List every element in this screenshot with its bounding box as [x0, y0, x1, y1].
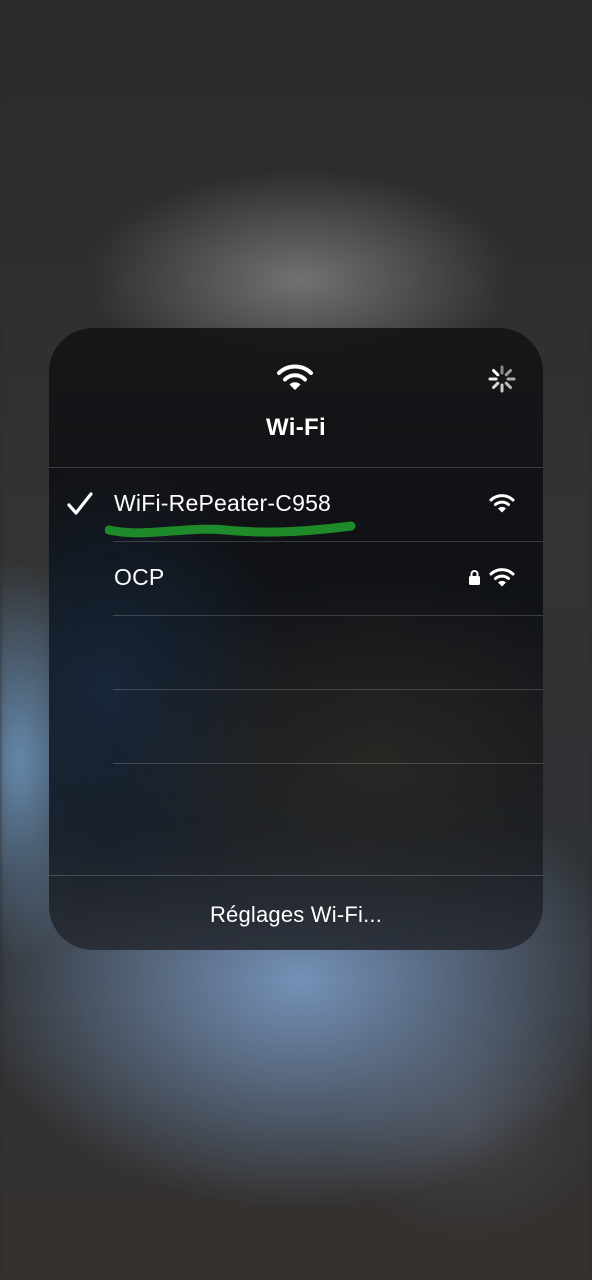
panel-header: Wi-Fi	[49, 328, 543, 467]
checkmark-icon	[67, 492, 93, 515]
network-row-empty	[49, 690, 543, 763]
wifi-signal-icon	[489, 494, 515, 513]
network-name: OCP	[114, 564, 165, 590]
wifi-panel: Wi-Fi WiFi-RePeater-C958 OCP Réglages Wi…	[49, 328, 543, 950]
panel-title: Wi-Fi	[266, 414, 326, 441]
activity-spinner-icon	[488, 365, 516, 393]
network-row-empty	[49, 616, 543, 689]
wifi-settings-button[interactable]: Réglages Wi-Fi...	[49, 876, 543, 950]
wifi-signal-icon	[489, 568, 515, 587]
row-divider	[113, 763, 543, 764]
wifi-icon	[277, 364, 313, 390]
green-underline-annotation	[105, 521, 356, 538]
network-name: WiFi-RePeater-C958	[114, 490, 332, 516]
network-row-ocp[interactable]: OCP	[49, 542, 543, 615]
wifi-settings-label: Réglages Wi-Fi...	[209, 902, 383, 927]
lock-icon	[469, 570, 480, 585]
network-row-wifi-repeater[interactable]: WiFi-RePeater-C958	[49, 468, 543, 541]
